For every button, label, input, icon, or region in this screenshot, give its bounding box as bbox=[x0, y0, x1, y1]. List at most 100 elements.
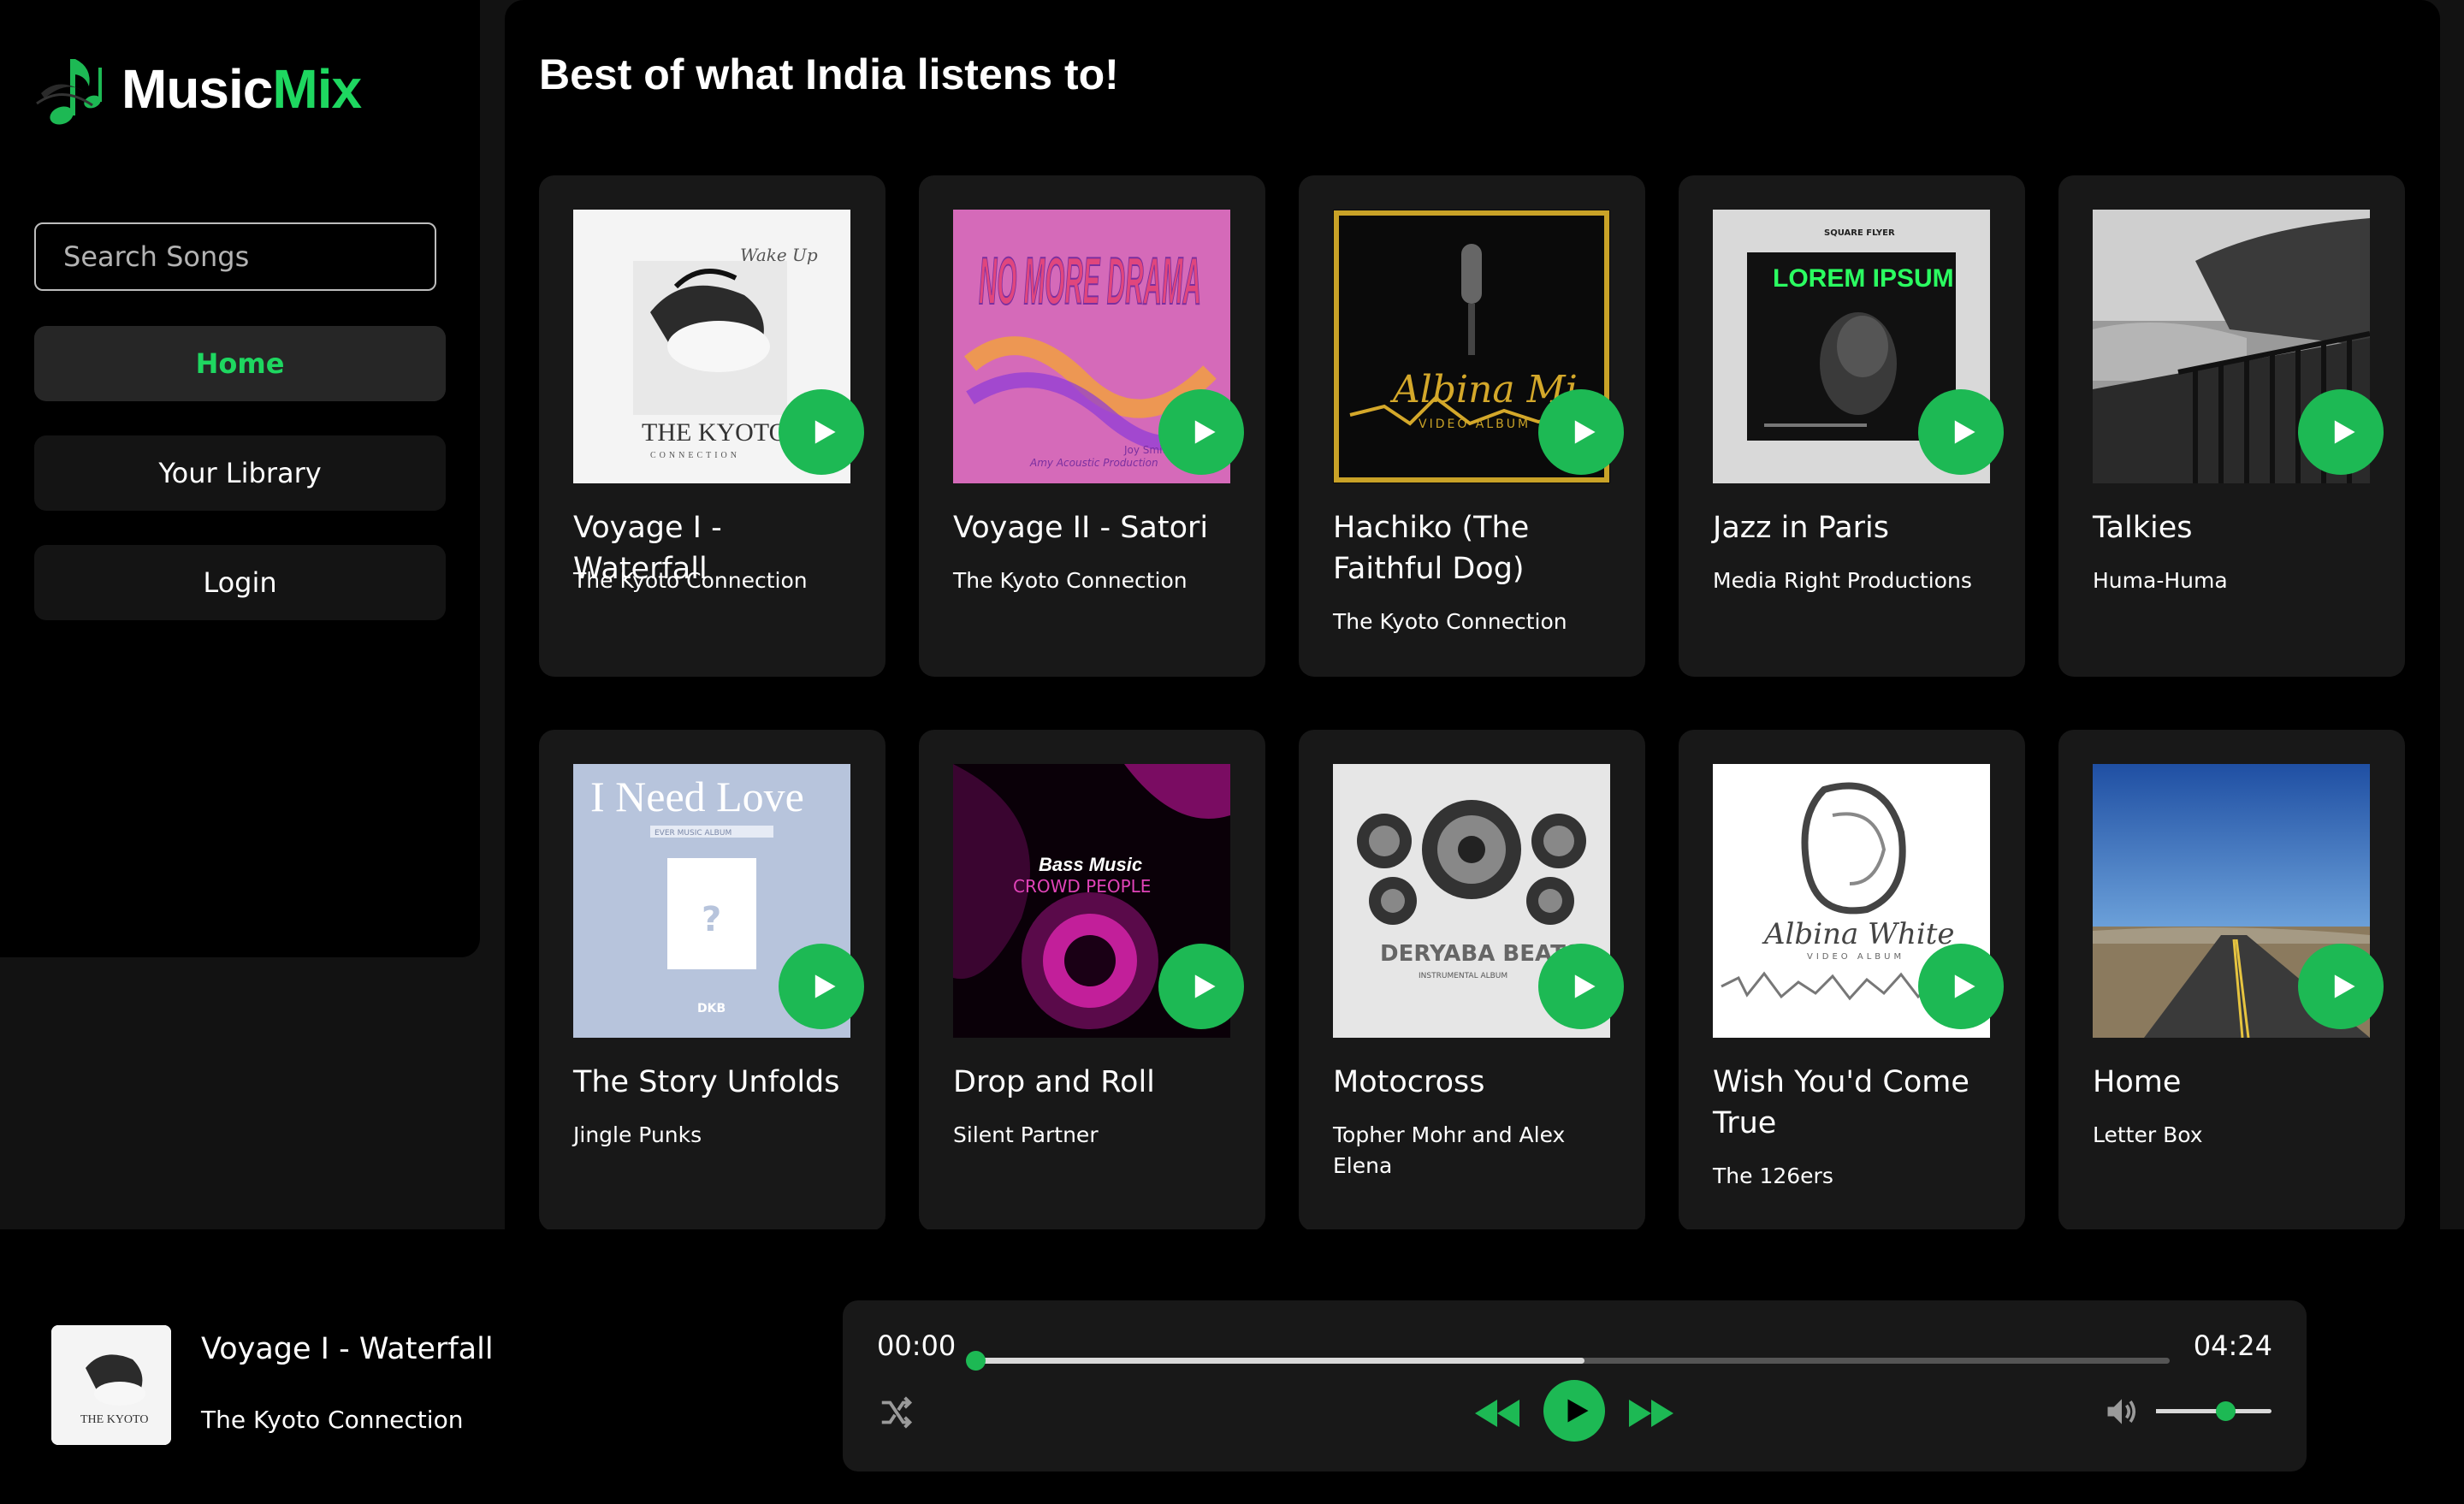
song-title: Jazz in Paris bbox=[1713, 511, 1890, 545]
song-card[interactable]: Talkies Huma-Huma bbox=[2058, 175, 2405, 677]
sidebar-item-home[interactable]: Home bbox=[34, 326, 446, 401]
play-icon bbox=[1194, 420, 1216, 444]
volume-icon bbox=[2107, 1399, 2136, 1424]
search-input[interactable] bbox=[34, 222, 436, 291]
cover-subtext: VIDEO ALBUM bbox=[1807, 952, 1904, 962]
play-icon bbox=[1194, 974, 1216, 998]
song-title: Motocross bbox=[1333, 1065, 1485, 1099]
song-title: The Story Unfolds bbox=[573, 1065, 840, 1099]
main-content: Best of what India listens to! Wake Up T… bbox=[505, 0, 2440, 1229]
app-logo[interactable]: MusicMix bbox=[33, 38, 362, 140]
play-icon bbox=[2334, 974, 2355, 998]
play-button[interactable] bbox=[1158, 944, 1244, 1029]
song-card[interactable]: SQUARE FLYER LOREM IPSUM Jazz in Paris M… bbox=[1679, 175, 2025, 677]
volume-slider[interactable] bbox=[2156, 1401, 2272, 1421]
song-artist: The 126ers bbox=[1713, 1164, 1833, 1188]
page-title: Best of what India listens to! bbox=[539, 50, 1119, 98]
cover-text: Albina White bbox=[1762, 917, 1955, 951]
fast-forward-icon bbox=[1629, 1400, 1673, 1427]
playback-controls: 00:00 04:24 bbox=[843, 1300, 2307, 1471]
play-icon bbox=[1574, 974, 1596, 998]
sidebar-item-your-library[interactable]: Your Library bbox=[34, 435, 446, 511]
cover-subtext: VIDEO ALBUM bbox=[1419, 417, 1531, 431]
sidebar-item-label: Home bbox=[195, 347, 285, 380]
volume-fill bbox=[2156, 1409, 2225, 1413]
play-button[interactable] bbox=[1538, 944, 1624, 1029]
play-icon bbox=[1954, 974, 1975, 998]
play-button[interactable] bbox=[1158, 389, 1244, 475]
song-artist: The Kyoto Connection bbox=[953, 568, 1188, 593]
song-artist: Jingle Punks bbox=[573, 1122, 702, 1147]
play-icon bbox=[814, 420, 836, 444]
svg-text:?: ? bbox=[702, 900, 721, 939]
logo-text-music: Music bbox=[121, 58, 273, 120]
song-artist: Media Right Productions bbox=[1713, 568, 1972, 593]
song-card[interactable]: Wake Up THE KYOTO CONNECTION Voyage I - … bbox=[539, 175, 886, 677]
song-card[interactable]: Bass Music CROWD PEOPLE Drop and Roll Si… bbox=[919, 730, 1265, 1229]
cover-subtext: INSTRUMENTAL ALBUM bbox=[1419, 972, 1507, 980]
song-card[interactable]: Albina White VIDEO ALBUM Wish You'd Come… bbox=[1679, 730, 2025, 1229]
player-bar: THE KYOTO Voyage I - Waterfall The Kyoto… bbox=[0, 1229, 2464, 1504]
cover-text: I Need Love bbox=[590, 773, 804, 820]
song-card[interactable]: Home Letter Box bbox=[2058, 730, 2405, 1229]
cover-text: THE KYOTO bbox=[642, 418, 787, 447]
seek-bar[interactable] bbox=[966, 1351, 2170, 1371]
play-button[interactable] bbox=[2298, 944, 2384, 1029]
song-title: Talkies bbox=[2093, 511, 2193, 545]
song-card[interactable]: DERYABA BEATS INSTRUMENTAL ALBUM Motocro… bbox=[1299, 730, 1645, 1229]
song-title: Wish You'd Come True bbox=[1713, 1065, 1969, 1140]
cover-subtext: EVER MUSIC ALBUM bbox=[654, 829, 732, 838]
cover-script: Amy Acoustic Production bbox=[1029, 457, 1158, 469]
rewind-icon bbox=[1475, 1400, 1519, 1427]
previous-button[interactable] bbox=[1472, 1396, 1523, 1430]
play-icon bbox=[2334, 420, 2355, 444]
play-button[interactable] bbox=[779, 389, 864, 475]
volume-button[interactable] bbox=[2102, 1392, 2141, 1431]
seek-handle[interactable] bbox=[966, 1351, 986, 1371]
song-artist: The Kyoto Connection bbox=[573, 568, 808, 593]
now-playing-art-text: THE KYOTO bbox=[80, 1413, 148, 1426]
cover-script: Wake Up bbox=[740, 245, 818, 265]
play-button[interactable] bbox=[1538, 389, 1624, 475]
sidebar-item-login[interactable]: Login bbox=[34, 545, 446, 620]
song-artist: Letter Box bbox=[2093, 1122, 2203, 1147]
play-button[interactable] bbox=[1918, 389, 2004, 475]
play-button[interactable] bbox=[1918, 944, 2004, 1029]
play-pause-button[interactable] bbox=[1543, 1380, 1605, 1442]
next-button[interactable] bbox=[1626, 1396, 1677, 1430]
logo-text-mix: Mix bbox=[272, 58, 362, 120]
cover-text: Bass Music bbox=[1039, 854, 1142, 875]
cover-subtext: CONNECTION bbox=[650, 451, 740, 460]
cover-text: LOREM IPSUM bbox=[1773, 264, 1954, 293]
play-icon bbox=[1567, 1399, 1588, 1423]
song-artist: The Kyoto Connection bbox=[1333, 609, 1567, 634]
song-card[interactable]: I Need Love EVER MUSIC ALBUM ? DKB The S… bbox=[539, 730, 886, 1229]
play-button[interactable] bbox=[2298, 389, 2384, 475]
song-title: Drop and Roll bbox=[953, 1065, 1155, 1099]
cover-subtext: CROWD PEOPLE bbox=[1013, 876, 1151, 897]
song-title: Hachiko (The Faithful Dog) bbox=[1333, 511, 1530, 586]
play-button[interactable] bbox=[779, 944, 864, 1029]
cover-script: DKB bbox=[697, 1002, 726, 1015]
song-artist: Huma-Huma bbox=[2093, 568, 2228, 593]
cover-text: NO MORE DRAMA bbox=[979, 243, 1201, 318]
shuffle-icon bbox=[881, 1396, 913, 1429]
cover-subtext: SQUARE FLYER bbox=[1824, 228, 1895, 238]
current-time: 00:00 bbox=[877, 1329, 957, 1362]
play-icon bbox=[1954, 420, 1975, 444]
sidebar-item-label: Login bbox=[203, 566, 277, 599]
shuffle-button[interactable] bbox=[877, 1393, 916, 1432]
now-playing-title: Voyage I - Waterfall bbox=[201, 1332, 494, 1366]
duration: 04:24 bbox=[2193, 1329, 2272, 1362]
song-artist: Topher Mohr and Alex Elena bbox=[1333, 1122, 1566, 1178]
song-card[interactable]: Albina Mi VIDEO ALBUM Hachiko (The Faith… bbox=[1299, 175, 1645, 677]
volume-handle[interactable] bbox=[2216, 1401, 2236, 1421]
sidebar-item-label: Your Library bbox=[158, 457, 322, 489]
song-card[interactable]: NO MORE DRAMA Joy Smith Amy Acoustic Pro… bbox=[919, 175, 1265, 677]
song-artist: Silent Partner bbox=[953, 1122, 1099, 1147]
logo-text: MusicMix bbox=[121, 57, 362, 121]
song-grid: Wake Up THE KYOTO CONNECTION Voyage I - … bbox=[539, 175, 2405, 1229]
seek-buffer bbox=[975, 1358, 1584, 1364]
play-icon bbox=[814, 974, 836, 998]
sidebar: MusicMix Home Your Library Login bbox=[0, 0, 480, 957]
